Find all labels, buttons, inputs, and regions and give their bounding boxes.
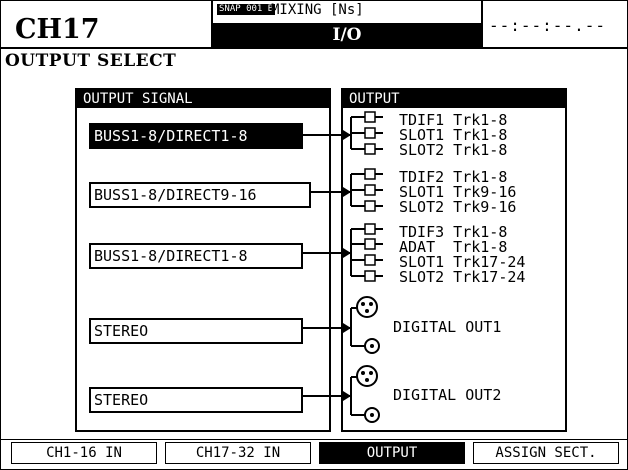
line-out-jack-icon	[364, 168, 376, 180]
arrow-icon	[343, 248, 351, 258]
coaxial-connector-icon	[364, 407, 380, 423]
arrow-icon	[343, 130, 351, 140]
line-out-jack-icon	[364, 111, 376, 123]
routing-line-2	[311, 173, 365, 207]
routing-line-3	[303, 228, 365, 277]
footer-rule	[1, 439, 627, 440]
arrow-icon	[343, 391, 351, 401]
tab-assign-sect[interactable]: ASSIGN SECT.	[473, 442, 619, 464]
line-out-jack-icon	[364, 270, 376, 282]
xlr-connector-icon	[356, 296, 378, 318]
line-out-jack-icon	[364, 200, 376, 212]
io-output-screen: CH17 SNAP 001 B MIXING [Ns] I/O --:--:--…	[0, 0, 628, 470]
line-out-jack-icon	[364, 143, 376, 155]
routing-diagram	[303, 111, 383, 423]
line-out-jack-icon	[364, 223, 376, 235]
arrow-icon	[343, 323, 351, 333]
tab-ch1-16-in[interactable]: CH1-16 IN	[11, 442, 157, 464]
tab-ch17-32-in[interactable]: CH17-32 IN	[165, 442, 311, 464]
arrow-icon	[343, 187, 351, 197]
line-out-jack-icon	[364, 238, 376, 250]
routing-line-4	[303, 307, 365, 347]
line-out-jack-icon	[364, 254, 376, 266]
routing-line-1	[303, 116, 365, 150]
line-out-jack-icon	[364, 127, 376, 139]
coaxial-connector-icon	[364, 338, 380, 354]
routing-line-5	[303, 376, 365, 416]
xlr-connector-icon	[356, 365, 378, 387]
line-out-jack-icon	[364, 184, 376, 196]
tab-output[interactable]: OUTPUT	[319, 442, 465, 464]
